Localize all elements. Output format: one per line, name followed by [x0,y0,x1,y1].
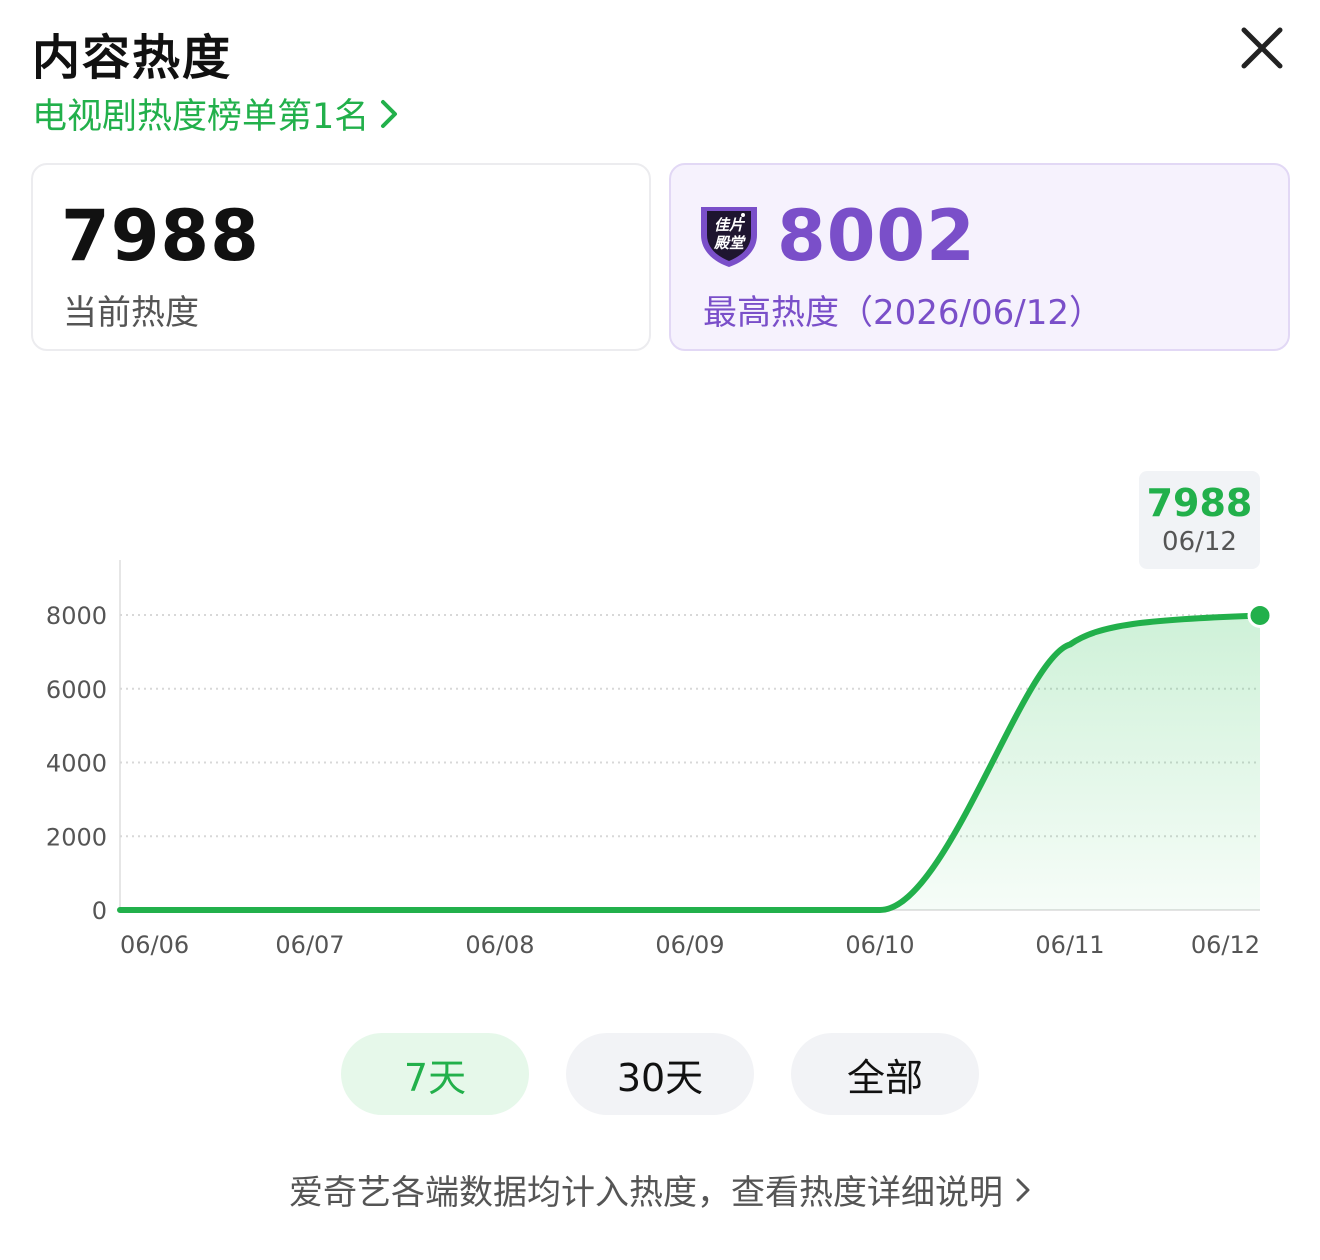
range-7d-button[interactable]: 7天 [341,1033,529,1115]
peak-heat-card: 佳片 殿堂 8002 最高热度（2026/06/12） [669,163,1290,351]
heat-trend-chart: 0 2000 4000 6000 8000 06/06 06/07 06/08 06/09 06/… [46,560,1273,959]
page-title: 内容热度 [32,30,233,86]
tooltip-value: 7988 [1146,481,1253,525]
y-tick-label: 2000 [46,823,107,851]
footer-link[interactable]: 爱奇艺各端数据均计入热度，查看热度详细说明 [0,1165,1320,1214]
y-tick-label: 4000 [46,750,107,778]
chevron-right-icon [1016,1178,1030,1201]
badge-text-bottom: 殿堂 [713,234,744,252]
peak-heat-value: 8002 [777,195,976,277]
close-icon[interactable] [1236,22,1288,74]
hall-of-fame-badge-icon: 佳片 殿堂 [697,201,761,269]
current-heat-card: 7988 当前热度 [31,163,651,351]
rank-link-label: 电视剧热度榜单第1名 [32,97,370,137]
tooltip-date: 06/12 [1162,527,1237,557]
x-tick-label: 06/07 [275,931,344,959]
current-heat-label: 当前热度 [63,293,199,333]
range-30d-button[interactable]: 30天 [566,1033,754,1115]
chart-tooltip: 7988 06/12 [1139,471,1260,569]
current-heat-value: 7988 [61,195,260,277]
footer-text: 爱奇艺各端数据均计入热度，查看热度详细说明 [289,1173,1003,1213]
y-tick-label: 8000 [46,602,107,630]
x-tick-label: 06/08 [465,931,534,959]
x-tick-label: 06/09 [655,931,724,959]
current-point [1247,602,1273,628]
range-all-button[interactable]: 全部 [791,1033,979,1115]
peak-heat-label: 最高热度（2026/06/12） [703,293,1103,333]
chevron-right-icon [381,99,398,128]
y-tick-label: 6000 [46,676,107,704]
x-tick-label: 06/12 [1191,931,1260,959]
badge-text-top: 佳片 [713,216,744,234]
x-tick-label: 06/11 [1035,931,1104,959]
x-tick-label: 06/10 [845,931,914,959]
y-tick-label: 0 [92,897,107,925]
x-tick-label: 06/06 [120,931,189,959]
rank-link[interactable]: 电视剧热度榜单第1名 [32,88,399,139]
